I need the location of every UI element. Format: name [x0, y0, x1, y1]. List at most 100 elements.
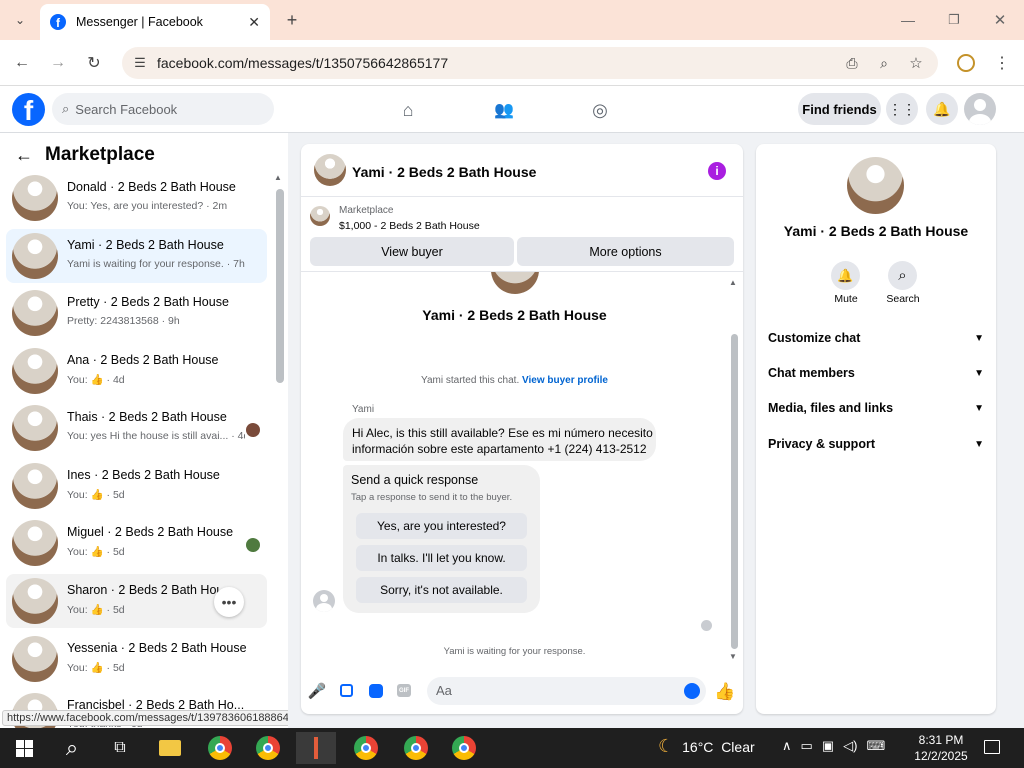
profile-icon[interactable] [954, 51, 978, 75]
site-info-icon[interactable]: ☰ [128, 51, 152, 75]
scroll-down-arrow-icon[interactable]: ▼ [729, 652, 737, 661]
friends-icon[interactable]: 👥 [490, 96, 518, 124]
chat-members-section[interactable]: Chat members ▼ [768, 363, 984, 383]
scroll-up-arrow-icon[interactable]: ▲ [729, 278, 737, 287]
quick-response-option[interactable]: Yes, are you interested? [356, 513, 527, 539]
browser-tab[interactable]: f Messenger | Facebook ✕ [40, 4, 270, 40]
chrome-taskbar-button[interactable] [346, 732, 386, 764]
listing-thumbnail[interactable] [310, 206, 330, 226]
chrome-taskbar-button[interactable] [248, 732, 288, 764]
conversation-row[interactable]: Ines · 2 Beds 2 Bath House You: 👍 · 5d [6, 459, 267, 513]
home-icon[interactable]: ⌂ [394, 96, 422, 124]
conversation-snippet: You: 👍 · 5d [67, 662, 125, 674]
view-buyer-profile-link[interactable]: View buyer profile [522, 375, 608, 386]
conversation-row[interactable]: Miguel · 2 Beds 2 Bath House You: 👍 · 5d [6, 516, 267, 570]
chrome-taskbar-button[interactable] [200, 732, 240, 764]
find-friends-button[interactable]: Find friends [798, 93, 881, 125]
chrome-taskbar-button[interactable] [396, 732, 436, 764]
facebook-logo-icon[interactable]: f [12, 93, 45, 126]
customize-chat-section[interactable]: Customize chat ▼ [768, 328, 984, 348]
groups-icon[interactable]: ◎ [586, 96, 614, 124]
meet-icon[interactable]: ▭ [801, 738, 813, 754]
chrome-taskbar-button[interactable] [444, 732, 484, 764]
new-tab-icon[interactable]: + [280, 8, 304, 32]
quick-response-option[interactable]: Sorry, it's not available. [356, 577, 527, 603]
conversation-row-hovered[interactable]: Sharon · 2 Beds 2 Bath House You: 👍 · 5d… [6, 574, 267, 628]
chat-title[interactable]: Yami · 2 Beds 2 Bath House [352, 164, 536, 180]
conversation-name: Ines · 2 Beds 2 Bath House [67, 468, 220, 482]
close-window-icon[interactable]: ✕ [988, 8, 1012, 32]
facebook-search[interactable]: ⌕ Search Facebook [52, 93, 274, 125]
image-icon[interactable] [340, 684, 353, 697]
chrome-icon [404, 736, 428, 760]
back-icon[interactable]: ← [10, 51, 34, 75]
thread-scrollbar[interactable] [731, 334, 738, 649]
account-avatar[interactable] [964, 93, 996, 125]
minimize-icon[interactable]: — [896, 8, 920, 32]
privacy-support-section[interactable]: Privacy & support ▼ [768, 434, 984, 454]
quick-response-option[interactable]: In talks. I'll let you know. [356, 545, 527, 571]
message-input[interactable]: Aa [427, 677, 706, 705]
more-options-button[interactable]: ••• [214, 587, 244, 617]
conversation-snippet: You: Yes, are you interested? · 2m [67, 200, 228, 212]
info-icon[interactable]: i [708, 162, 726, 180]
profile-avatar[interactable] [491, 272, 539, 294]
reload-icon[interactable]: ↻ [82, 51, 106, 75]
conversation-row[interactable]: Donald · 2 Beds 2 Bath House You: Yes, a… [6, 171, 267, 225]
keyboard-icon[interactable]: ⌨ [866, 738, 885, 754]
view-buyer-button[interactable]: View buyer [310, 237, 514, 266]
weather-text: 16°C Clear [682, 738, 755, 755]
more-options-button[interactable]: More options [517, 237, 734, 266]
tray-icons[interactable]: ∧ ▭ ▣ ◁) ⌨ [782, 738, 885, 754]
scroll-up-arrow-icon[interactable]: ▲ [274, 173, 282, 182]
menu-grid-button[interactable]: ⋮⋮ [886, 93, 918, 125]
emoji-icon[interactable] [684, 683, 700, 699]
clock[interactable]: 8:31 PM 12/2/2025 [914, 732, 968, 764]
search-button[interactable]: ⌕ [888, 261, 917, 290]
restore-icon[interactable]: ❐ [942, 8, 966, 32]
notifications-button[interactable]: 🔔 [926, 93, 958, 125]
tab-close-icon[interactable]: ✕ [248, 14, 260, 31]
chat-avatar[interactable] [314, 154, 346, 186]
conversation-row-selected[interactable]: Yami · 2 Beds 2 Bath House Yami is waiti… [6, 229, 267, 283]
chat-info-pane: Yami · 2 Beds 2 Bath House 🔔 Mute ⌕ Sear… [756, 144, 996, 714]
incoming-message-bubble[interactable]: Hi Alec, is this still available? Ese es… [343, 418, 656, 461]
address-url[interactable]: facebook.com/messages/t/1350756642865177 [157, 55, 448, 71]
active-app-button[interactable] [296, 732, 336, 764]
weather-widget[interactable]: ☾ 16°C Clear [658, 736, 755, 757]
conversation-snippet: You: yes Hi the house is still avai... ·… [67, 430, 245, 442]
conversation-row[interactable]: Yessenia · 2 Beds 2 Bath House You: 👍 · … [6, 632, 267, 686]
conversation-row[interactable]: Ana · 2 Beds 2 Bath House You: 👍 · 4d [6, 344, 267, 398]
search-taskbar-button[interactable]: ⌕ [52, 732, 92, 764]
volume-icon[interactable]: ◁) [843, 738, 857, 754]
file-explorer-button[interactable] [150, 732, 190, 764]
zoom-icon[interactable]: ⌕ [872, 51, 896, 75]
mute-button[interactable]: 🔔 [831, 261, 860, 290]
address-bar[interactable]: ☰ facebook.com/messages/t/13507566428651… [122, 47, 938, 79]
list-scrollbar[interactable] [276, 189, 284, 383]
gif-icon[interactable]: GIF [397, 684, 411, 697]
conversation-name: Donald · 2 Beds 2 Bath House [67, 180, 236, 194]
task-view-button[interactable]: ⧉ [100, 732, 140, 764]
start-button[interactable] [4, 732, 44, 764]
conversation-row[interactable]: Thais · 2 Beds 2 Bath House You: yes Hi … [6, 401, 267, 455]
info-avatar[interactable] [847, 157, 904, 214]
network-icon[interactable]: ▣ [822, 738, 834, 754]
media-files-links-section[interactable]: Media, files and links ▼ [768, 398, 984, 418]
conversation-row[interactable]: Pretty · 2 Beds 2 Bath House Pretty: 224… [6, 286, 267, 340]
chevron-up-icon[interactable]: ∧ [782, 738, 792, 754]
browser-menu-icon[interactable]: ⋮ [990, 51, 1014, 75]
moon-icon: ☾ [658, 736, 675, 756]
notifications-tray-icon[interactable] [984, 740, 1000, 754]
install-app-icon[interactable]: ⎙ [840, 51, 864, 75]
back-arrow-icon[interactable]: ← [12, 143, 36, 167]
bookmark-star-icon[interactable]: ☆ [904, 51, 928, 75]
app-icon [314, 737, 318, 759]
like-thumb-icon[interactable]: 👍 [713, 680, 737, 704]
tab-list-chevron-icon[interactable]: ⌄ [8, 8, 32, 32]
browser-tab-bar: ⌄ f Messenger | Facebook ✕ + — ❐ ✕ [0, 0, 1024, 40]
microphone-icon[interactable]: 🎤 [307, 681, 327, 701]
conversation-name: Yami · 2 Beds 2 Bath House [67, 238, 224, 252]
forward-icon[interactable]: → [46, 51, 70, 75]
sticker-icon[interactable] [369, 684, 383, 698]
